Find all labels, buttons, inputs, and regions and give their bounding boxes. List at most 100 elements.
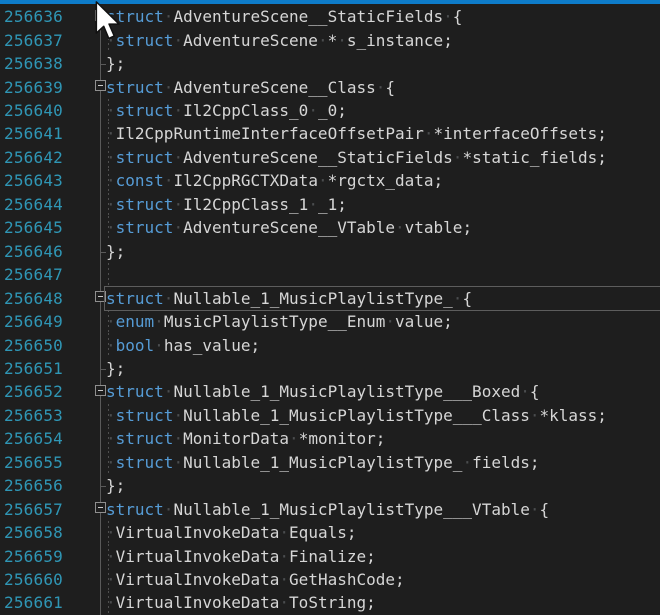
identifier-token: *monitor; — [299, 429, 386, 448]
keyword-token: struct — [106, 382, 164, 401]
whitespace-dot: · — [164, 171, 174, 190]
whitespace-dot: · — [376, 78, 386, 97]
identifier-token: { — [530, 382, 540, 401]
code-text[interactable]: struct·Nullable_1_MusicPlaylistType_·{ — [106, 286, 472, 309]
whitespace-dot: · — [424, 124, 434, 143]
whitespace-dot: · — [106, 429, 116, 448]
code-text[interactable]: ·VirtualInvokeData·GetHashCode; — [106, 568, 405, 591]
code-text[interactable]: ·struct·MonitorData·*monitor; — [106, 427, 385, 450]
identifier-token: { — [453, 7, 463, 26]
whitespace-dot: · — [106, 570, 116, 589]
identifier-token: Nullable_1_MusicPlaylistType___Class — [183, 406, 530, 425]
code-line: 256655 ·struct·Nullable_1_MusicPlaylistTy… — [0, 451, 660, 474]
whitespace-dot: · — [106, 101, 116, 120]
code-text[interactable]: }; — [106, 474, 125, 497]
code-text[interactable]: }; — [106, 357, 125, 380]
code-text[interactable]: ·VirtualInvokeData·ToString; — [106, 591, 376, 614]
identifier-token: value; — [395, 312, 453, 331]
code-text[interactable]: struct·Nullable_1_MusicPlaylistType___Bo… — [106, 380, 540, 403]
identifier-token: *klass; — [540, 406, 607, 425]
code-text[interactable]: }; — [106, 240, 125, 263]
fold-collapse-button[interactable] — [95, 502, 106, 513]
whitespace-dot: · — [337, 31, 347, 50]
code-line: 256641·Il2CppRuntimeInterfaceOffsetPair·… — [0, 122, 660, 145]
code-line: 256651}; — [0, 357, 660, 380]
fold-collapse-button[interactable] — [95, 385, 106, 396]
line-number: 256647 — [4, 263, 63, 286]
whitespace-dot: · — [154, 312, 164, 331]
code-text[interactable]: ·struct·AdventureScene__StaticFields·*st… — [106, 146, 607, 169]
keyword-token: enum — [116, 312, 155, 331]
window-top-accent-bar — [0, 0, 660, 4]
whitespace-dot: · — [279, 523, 289, 542]
identifier-token: AdventureScene__StaticFields — [173, 7, 443, 26]
identifier-token: Nullable_1_MusicPlaylistType___Boxed — [173, 382, 520, 401]
whitespace-dot: · — [164, 78, 174, 97]
code-text[interactable]: ·enum·MusicPlaylistType__Enum·value; — [106, 310, 453, 333]
code-text[interactable]: struct·AdventureScene__Class·{ — [106, 75, 395, 98]
whitespace-dot: · — [279, 570, 289, 589]
whitespace-dot: · — [453, 148, 463, 167]
code-text[interactable]: ·struct·Il2CppClass_1·_1; — [106, 193, 347, 216]
identifier-token: Il2CppRuntimeInterfaceOffsetPair — [116, 124, 424, 143]
whitespace-dot: · — [318, 171, 328, 190]
keyword-token: const — [116, 171, 164, 190]
code-line: 256649·enum·MusicPlaylistType__Enum·valu… — [0, 310, 660, 333]
whitespace-dot: · — [289, 429, 299, 448]
identifier-token: { — [462, 289, 472, 308]
identifier-token: MonitorData — [183, 429, 289, 448]
code-text[interactable]: ·struct·AdventureScene·*·s_instance; — [106, 28, 453, 51]
whitespace-dot: · — [106, 195, 116, 214]
code-line: 256645·struct·AdventureScene__VTable·vta… — [0, 216, 660, 239]
whitespace-dot: · — [308, 195, 318, 214]
code-text[interactable]: ·Il2CppRuntimeInterfaceOffsetPair·*inter… — [106, 122, 607, 145]
line-number: 256643 — [4, 169, 63, 192]
line-number: 256656 — [4, 474, 63, 497]
line-number: 256659 — [4, 544, 63, 567]
identifier-token: ToString; — [289, 593, 376, 612]
whitespace-dot: · — [164, 7, 174, 26]
identifier-token: s_instance; — [347, 31, 453, 50]
code-line: 256644·struct·Il2CppClass_1·_1; — [0, 193, 660, 216]
code-text[interactable]: ·bool·has_value; — [106, 333, 260, 356]
minus-icon — [98, 85, 103, 86]
line-number: 256653 — [4, 404, 63, 427]
line-number: 256658 — [4, 521, 63, 544]
whitespace-dot: · — [318, 31, 328, 50]
fold-collapse-button[interactable] — [95, 10, 106, 21]
whitespace-dot: · — [443, 7, 453, 26]
identifier-token: Finalize; — [289, 547, 376, 566]
code-text[interactable]: ·const·Il2CppRGCTXData·*rgctx_data; — [106, 169, 443, 192]
line-number: 256655 — [4, 451, 63, 474]
keyword-token: bool — [116, 336, 155, 355]
code-text[interactable]: ·struct·Nullable_1_MusicPlaylistType___C… — [106, 404, 607, 427]
identifier-token: VirtualInvokeData — [116, 523, 280, 542]
line-number: 256650 — [4, 333, 63, 356]
whitespace-dot: · — [106, 124, 116, 143]
code-text[interactable]: struct·Nullable_1_MusicPlaylistType___VT… — [106, 497, 549, 520]
whitespace-dot: · — [106, 593, 116, 612]
code-text[interactable]: }; — [106, 52, 125, 75]
code-text[interactable]: ·VirtualInvokeData·Equals; — [106, 521, 356, 544]
whitespace-dot: · — [106, 148, 116, 167]
whitespace-dot: · — [173, 429, 183, 448]
whitespace-dot: · — [106, 171, 116, 190]
code-line: 256636struct·AdventureScene__StaticField… — [0, 5, 660, 28]
code-text[interactable]: ·struct·Il2CppClass_0·_0; — [106, 99, 347, 122]
keyword-token: struct — [116, 31, 174, 50]
line-number: 256654 — [4, 427, 63, 450]
identifier-token: * — [328, 31, 338, 50]
line-number: 256642 — [4, 146, 63, 169]
code-text[interactable]: struct·AdventureScene__StaticFields·{ — [106, 5, 462, 28]
code-text[interactable]: ·struct·AdventureScene__VTable·vtable; — [106, 216, 472, 239]
identifier-token: Nullable_1_MusicPlaylistType___VTable — [173, 500, 529, 519]
fold-collapse-button[interactable] — [95, 80, 106, 91]
fold-collapse-button[interactable] — [95, 291, 106, 302]
code-line: 256637·struct·AdventureScene·*·s_instanc… — [0, 28, 660, 51]
code-text[interactable]: ·struct·Nullable_1_MusicPlaylistType_·fi… — [106, 451, 540, 474]
identifier-token: *static_fields; — [462, 148, 607, 167]
code-line: 256656}; — [0, 474, 660, 497]
code-text[interactable]: ·VirtualInvokeData·Finalize; — [106, 544, 376, 567]
identifier-token: _1; — [318, 195, 347, 214]
minus-icon — [98, 390, 103, 391]
